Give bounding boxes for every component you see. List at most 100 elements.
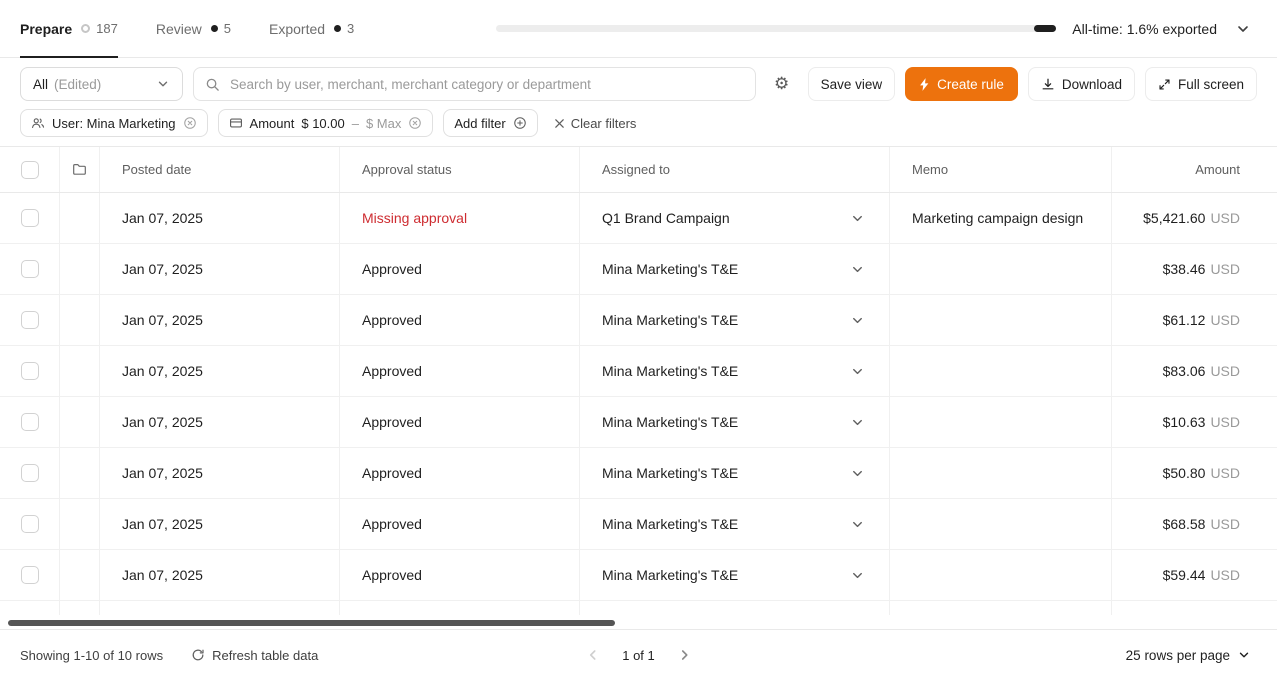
memo-cell[interactable] <box>890 244 1112 294</box>
amount-min-value[interactable]: $ 10.00 <box>301 116 344 131</box>
chevron-down-icon <box>156 77 170 91</box>
search-icon <box>205 77 220 92</box>
view-filter-suffix: (Edited) <box>54 77 101 92</box>
refresh-table-button[interactable]: Refresh table data <box>185 647 324 664</box>
row-checkbox[interactable] <box>21 566 39 584</box>
next-page-button[interactable] <box>671 641 699 669</box>
card-icon <box>229 116 243 130</box>
horizontal-scrollbar-thumb[interactable] <box>8 620 615 626</box>
row-receipt-cell <box>60 397 100 447</box>
row-checkbox-cell <box>0 499 60 549</box>
chevron-down-icon <box>850 466 865 481</box>
approval-status-cell: Approved <box>340 346 580 396</box>
header-receipt-column <box>60 147 100 192</box>
row-receipt-cell <box>60 448 100 498</box>
table-row: Jan 07, 2025 Missing approval Q1 Brand C… <box>0 193 1277 244</box>
row-checkbox-cell <box>0 193 60 243</box>
select-all-checkbox[interactable] <box>21 161 39 179</box>
previous-page-button[interactable] <box>578 641 606 669</box>
row-receipt-cell <box>60 193 100 243</box>
amount-filter-chip[interactable]: Amount $ 10.00 – $ Max <box>218 109 434 137</box>
chevron-right-icon <box>677 647 693 663</box>
row-checkbox[interactable] <box>21 260 39 278</box>
rows-per-page-label: 25 rows per page <box>1126 648 1230 663</box>
search-input[interactable] <box>228 76 744 93</box>
row-checkbox[interactable] <box>21 362 39 380</box>
user-filter-chip[interactable]: User: Mina Marketing <box>20 109 208 137</box>
remove-user-filter-icon[interactable] <box>183 116 197 130</box>
download-icon <box>1041 77 1055 91</box>
row-checkbox[interactable] <box>21 413 39 431</box>
tab-prepare-badge: 187 <box>81 21 118 36</box>
collapse-panel-button[interactable] <box>1229 15 1257 43</box>
amount-cell: $38.46 USD <box>1112 244 1277 294</box>
memo-cell[interactable] <box>890 295 1112 345</box>
assigned-to-dropdown[interactable]: Mina Marketing's T&E <box>580 244 890 294</box>
memo-cell[interactable] <box>890 448 1112 498</box>
chevron-down-icon <box>850 313 865 328</box>
row-checkbox[interactable] <box>21 515 39 533</box>
progress-ring-icon <box>81 24 90 33</box>
users-icon <box>31 116 45 130</box>
row-receipt-cell <box>60 499 100 549</box>
table-row: Jan 07, 2025 Approved Mina Marketing's T… <box>0 346 1277 397</box>
chevron-down-icon <box>1235 21 1251 37</box>
add-filter-button[interactable]: Add filter <box>443 109 537 137</box>
memo-cell[interactable] <box>890 550 1112 600</box>
posted-date-cell: Jan 07, 2025 <box>100 244 340 294</box>
full-screen-button[interactable]: Full screen <box>1145 67 1257 101</box>
save-view-button[interactable]: Save view <box>808 67 896 101</box>
assigned-to-dropdown[interactable]: Mina Marketing's T&E <box>580 499 890 549</box>
add-filter-label: Add filter <box>454 116 505 131</box>
memo-cell[interactable] <box>890 499 1112 549</box>
assigned-to-dropdown[interactable]: Mina Marketing's T&E <box>580 346 890 396</box>
approval-status-cell: Approved <box>340 448 580 498</box>
tab-exported-count: 3 <box>347 21 354 36</box>
remove-amount-filter-icon[interactable] <box>408 116 422 130</box>
view-filter-dropdown[interactable]: All (Edited) <box>20 67 183 101</box>
tab-exported[interactable]: Exported 3 <box>269 0 354 57</box>
assigned-to-dropdown[interactable]: Mina Marketing's T&E <box>580 397 890 447</box>
row-checkbox[interactable] <box>21 464 39 482</box>
assigned-to-dropdown[interactable]: Q1 Brand Campaign <box>580 193 890 243</box>
memo-cell[interactable] <box>890 346 1112 396</box>
row-checkbox-cell <box>0 397 60 447</box>
posted-date-cell: Jan 07, 2025 <box>100 550 340 600</box>
row-receipt-cell <box>60 295 100 345</box>
memo-cell[interactable]: Marketing campaign design <box>890 193 1112 243</box>
dot-icon <box>334 25 341 32</box>
plus-circle-icon <box>513 116 527 130</box>
download-button[interactable]: Download <box>1028 67 1135 101</box>
assigned-to-dropdown[interactable]: Mina Marketing's T&E <box>580 550 890 600</box>
tab-review[interactable]: Review 5 <box>156 0 231 57</box>
exported-progress-thumb <box>1034 25 1056 32</box>
table-row: Jan 07, 2025 Approved Mina Marketing's T… <box>0 244 1277 295</box>
assigned-to-dropdown[interactable]: Mina Marketing's T&E <box>580 295 890 345</box>
dot-icon <box>211 25 218 32</box>
tab-exported-badge: 3 <box>334 21 354 36</box>
refresh-label: Refresh table data <box>212 648 318 663</box>
approval-status-cell: Approved <box>340 397 580 447</box>
rows-per-page-dropdown[interactable]: 25 rows per page <box>1120 647 1257 664</box>
assigned-to-dropdown[interactable]: Mina Marketing's T&E <box>580 448 890 498</box>
approval-status-cell: Approved <box>340 499 580 549</box>
chevron-down-icon <box>850 364 865 379</box>
column-header-approval-status: Approval status <box>340 147 580 192</box>
create-rule-button[interactable]: Create rule <box>905 67 1018 101</box>
clear-filters-button[interactable]: Clear filters <box>548 116 643 131</box>
chevron-down-icon <box>850 517 865 532</box>
memo-cell[interactable] <box>890 397 1112 447</box>
pagination: 1 of 1 <box>578 641 699 669</box>
column-header-amount: Amount <box>1112 147 1277 192</box>
posted-date-cell: Jan 07, 2025 <box>100 397 340 447</box>
row-checkbox[interactable] <box>21 209 39 227</box>
row-receipt-cell <box>60 244 100 294</box>
tab-prepare[interactable]: Prepare 187 <box>20 0 118 57</box>
table-settings-button[interactable]: ⚙ <box>766 68 798 100</box>
amount-max-value[interactable]: $ Max <box>366 116 401 131</box>
table-body: Jan 07, 2025 Missing approval Q1 Brand C… <box>0 193 1277 601</box>
column-header-memo: Memo <box>890 147 1112 192</box>
row-checkbox[interactable] <box>21 311 39 329</box>
tab-prepare-label: Prepare <box>20 21 72 37</box>
tab-review-count: 5 <box>224 21 231 36</box>
